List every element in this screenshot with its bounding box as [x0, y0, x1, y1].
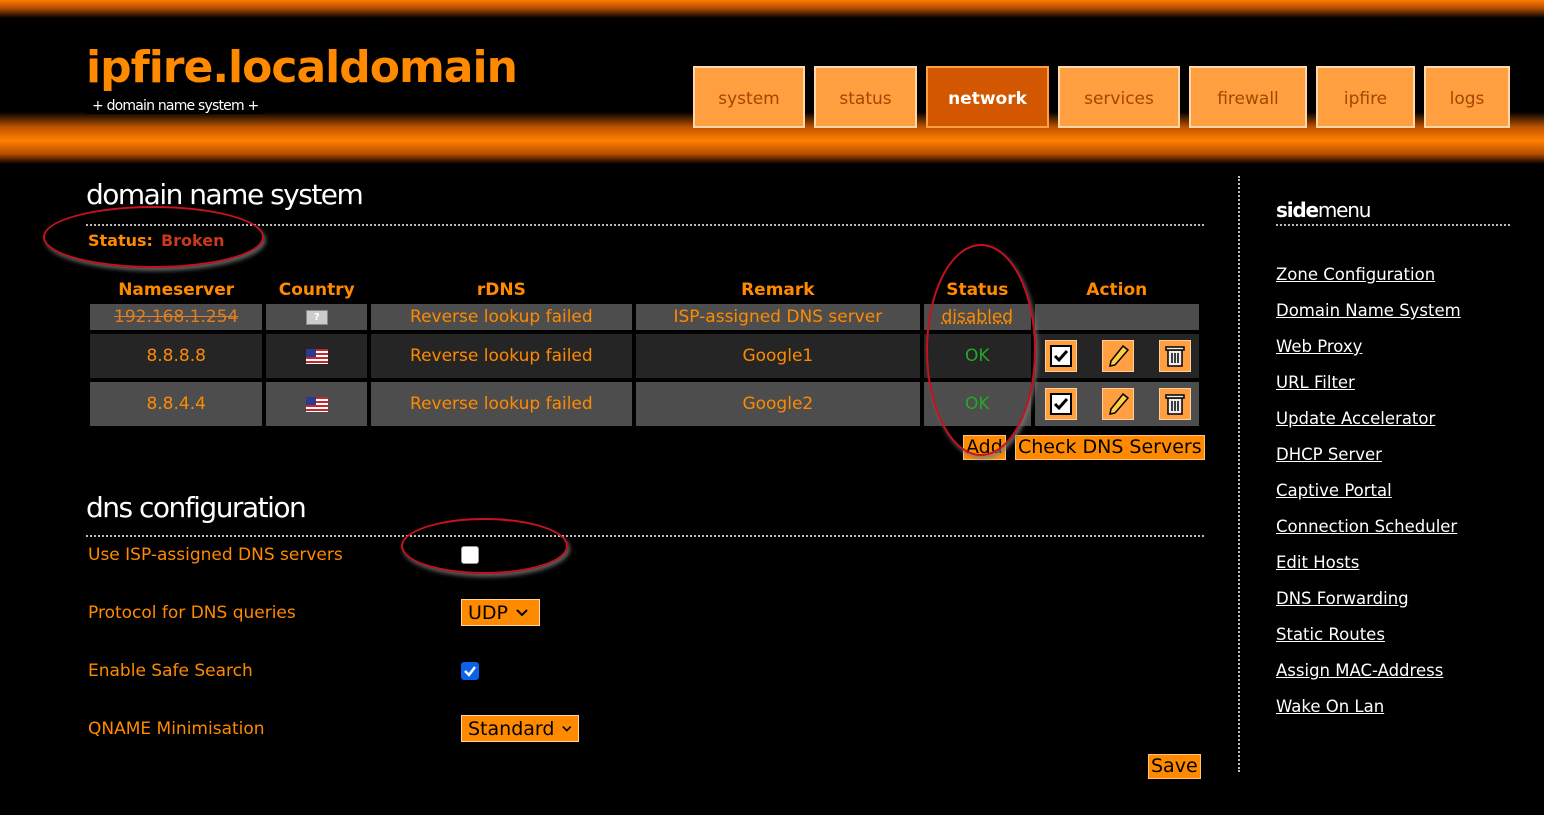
dns-status: Status: Broken	[88, 231, 224, 250]
dns-status-value: Broken	[160, 231, 225, 250]
tab-network[interactable]: network	[926, 66, 1049, 128]
use-isp-checkbox[interactable]	[461, 546, 479, 564]
sidemenu-item-dhcp-server[interactable]: DHCP Server	[1276, 445, 1382, 464]
col-nameserver: Nameserver	[118, 280, 235, 300]
dns-section-title: domain name system	[86, 178, 364, 211]
edit-button[interactable]	[1101, 388, 1134, 420]
checkbox-icon	[1049, 393, 1072, 415]
nameserver-cell: 8.8.4.4	[90, 382, 263, 426]
sidemenu-item-web-proxy[interactable]: Web Proxy	[1276, 337, 1362, 356]
col-country: Country	[278, 280, 355, 300]
protocol-label: Protocol for DNS queries	[88, 603, 296, 623]
checkbox-icon	[1049, 345, 1072, 367]
sidemenu-item-edit-hosts[interactable]: Edit Hosts	[1276, 553, 1359, 572]
delete-button[interactable]	[1158, 340, 1191, 372]
use-isp-label: Use ISP-assigned DNS servers	[88, 545, 343, 565]
tab-logs[interactable]: logs	[1424, 66, 1510, 128]
rdns-cell: Reverse lookup failed	[371, 304, 632, 330]
action-cell	[1034, 304, 1199, 330]
divider	[1276, 224, 1510, 226]
divider	[86, 224, 1204, 226]
sidemenu-separator	[1238, 176, 1240, 772]
checkmark-icon	[464, 666, 476, 677]
qname-label: QNAME Minimisation	[88, 719, 265, 739]
sidemenu-item-static-routes[interactable]: Static Routes	[1276, 625, 1385, 644]
unknown-flag-icon: ?	[305, 309, 328, 325]
chevron-down-icon	[516, 608, 528, 616]
header-glow-top	[0, 0, 1544, 18]
safe-search-label: Enable Safe Search	[88, 661, 253, 681]
check-dns-servers-button[interactable]: Check DNS Servers	[1015, 435, 1205, 460]
country-cell	[266, 334, 368, 378]
tab-services[interactable]: services	[1058, 66, 1180, 128]
pencil-icon	[1108, 392, 1129, 415]
sidemenu-item-wake-on-lan[interactable]: Wake On Lan	[1276, 697, 1384, 716]
rdns-cell: Reverse lookup failed	[371, 334, 632, 378]
tab-status[interactable]: status	[814, 66, 917, 128]
action-cell	[1034, 382, 1199, 426]
chevron-down-icon	[562, 725, 572, 732]
col-remark: Remark	[741, 280, 815, 300]
sidemenu-item-domain-name-system[interactable]: Domain Name System	[1276, 301, 1461, 320]
nameserver-table: Nameserver Country rDNS Remark Status Ac…	[86, 276, 1203, 430]
tab-firewall[interactable]: firewall	[1189, 66, 1307, 128]
table-row: 8.8.4.4 Reverse lookup failed Google2 OK	[90, 382, 1199, 426]
nameserver-cell: 8.8.8.8	[90, 334, 263, 378]
col-action: Action	[1086, 280, 1148, 300]
delete-button[interactable]	[1158, 388, 1191, 420]
nameserver-cell: 192.168.1.254	[90, 304, 263, 330]
save-button[interactable]: Save	[1148, 754, 1201, 779]
pencil-icon	[1108, 344, 1129, 367]
action-cell	[1034, 334, 1199, 378]
table-header-row: Nameserver Country rDNS Remark Status Ac…	[90, 280, 1199, 300]
col-rdns: rDNS	[476, 280, 526, 300]
dns-status-label: Status:	[88, 231, 153, 250]
site-title: ipfire.localdomain	[86, 42, 518, 93]
remark-cell: ISP-assigned DNS server	[635, 304, 921, 330]
remark-cell: Google1	[635, 334, 921, 378]
sidemenu-item-assign-mac-address[interactable]: Assign MAC-Address	[1276, 661, 1443, 680]
sidemenu-item-zone-configuration[interactable]: Zone Configuration	[1276, 265, 1435, 284]
toggle-button[interactable]	[1044, 388, 1077, 420]
protocol-select[interactable]: UDP	[461, 599, 540, 626]
qname-value: Standard	[468, 717, 555, 740]
remark-cell: Google2	[635, 382, 921, 426]
safe-search-checkbox[interactable]	[461, 662, 479, 680]
sidemenu-item-captive-portal[interactable]: Captive Portal	[1276, 481, 1392, 500]
config-section-title: dns configuration	[86, 491, 307, 524]
us-flag-icon	[305, 396, 328, 412]
sidemenu-title: sidemenu	[1276, 198, 1371, 222]
trash-icon	[1165, 394, 1185, 415]
sidemenu-item-dns-forwarding[interactable]: DNS Forwarding	[1276, 589, 1409, 608]
country-cell	[266, 382, 368, 426]
toggle-button[interactable]	[1044, 340, 1077, 372]
status-cell: OK	[924, 334, 1031, 378]
divider	[86, 535, 1204, 537]
page-subtitle: + domain name system +	[86, 98, 265, 114]
sidemenu-item-connection-scheduler[interactable]: Connection Scheduler	[1276, 517, 1457, 536]
tab-system[interactable]: system	[693, 66, 805, 128]
trash-icon	[1165, 346, 1185, 367]
protocol-value: UDP	[468, 601, 508, 624]
edit-button[interactable]	[1101, 340, 1134, 372]
col-status: Status	[946, 280, 1009, 300]
rdns-cell: Reverse lookup failed	[371, 382, 632, 426]
status-cell: disabled	[924, 304, 1031, 330]
us-flag-icon	[305, 348, 328, 364]
qname-select[interactable]: Standard	[461, 715, 579, 742]
sidemenu-item-update-accelerator[interactable]: Update Accelerator	[1276, 409, 1435, 428]
tab-ipfire[interactable]: ipfire	[1316, 66, 1415, 128]
status-cell: OK	[924, 382, 1031, 426]
add-button[interactable]: Add	[963, 435, 1006, 460]
table-row: 192.168.1.254 ? Reverse lookup failed IS…	[90, 304, 1199, 330]
table-row: 8.8.8.8 Reverse lookup failed Google1 OK	[90, 334, 1199, 378]
annotation-ellipse	[401, 518, 568, 574]
sidemenu-item-url-filter[interactable]: URL Filter	[1276, 373, 1355, 392]
country-cell: ?	[266, 304, 368, 330]
